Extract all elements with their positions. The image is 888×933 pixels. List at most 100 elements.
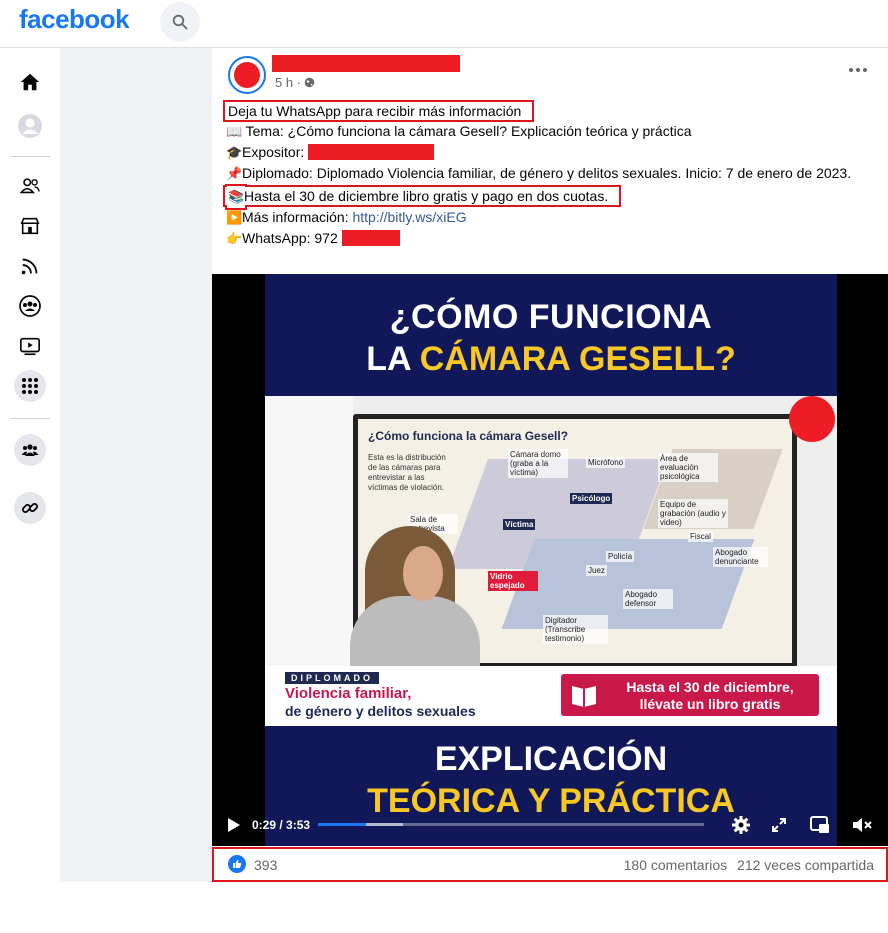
mas-info-line: ▶️Más información: http://bitly.ws/xiEG [226, 207, 876, 228]
diplomado-line: 📌Diplomado: Diplomado Violencia familiar… [226, 163, 866, 184]
post-time-text: 5 h · [275, 75, 302, 90]
graduation-cap-emoji-icon: 🎓 [226, 145, 243, 160]
page-avatar[interactable] [228, 56, 266, 94]
video-player[interactable]: ¿CÓMO FUNCIONA LA CÁMARA GESELL? ¿Cómo f… [212, 274, 888, 846]
home-icon[interactable] [14, 66, 46, 98]
post-card: 5 h · Deja tu WhatsApp para recibir más … [212, 48, 888, 882]
play-button-emoji-icon: ▶️ [226, 210, 243, 225]
gear-icon [732, 816, 750, 834]
expositor-text: Expositor: [242, 144, 309, 160]
banner-line1: Violencia familiar, [285, 685, 412, 702]
pushpin-emoji-icon: 📌 [226, 166, 243, 181]
link-icon[interactable] [14, 492, 46, 524]
speaker-muted-icon [853, 818, 872, 832]
comments-count[interactable]: 180 comentarios [624, 857, 728, 873]
book-emoji-icon: 📖 [226, 124, 243, 139]
mas-info-text: Más información: [242, 209, 353, 225]
label-victim: Víctima [503, 519, 536, 530]
video-title-line2: LA CÁMARA GESELL? [265, 340, 837, 379]
label-prosecutor: Fiscal [688, 531, 713, 542]
label-mirror-glass: Vidrio espejado [488, 571, 538, 591]
expand-icon [772, 818, 786, 832]
books-emoji-icon: 📚 [228, 189, 245, 204]
libro-text: Hasta el 30 de diciembre libro gratis y … [244, 188, 609, 204]
label-recording-equipment: Equipo de grabación (audio y video) [658, 499, 728, 528]
friends-icon[interactable] [14, 170, 46, 202]
facebook-logo[interactable]: facebook [19, 4, 130, 35]
promo-box: Hasta el 30 de diciembre, llévate un lib… [561, 674, 819, 716]
label-typist: Digitador (Transcribe testimonio) [543, 615, 608, 644]
presenter-face [403, 546, 443, 601]
label-plaintiff-lawyer: Abogado denunciante [713, 547, 768, 567]
whatsapp-line: 👉WhatsApp: 972 [226, 228, 876, 249]
play-icon [228, 818, 240, 832]
shares-count[interactable]: 212 veces compartida [737, 857, 874, 873]
video-frame: ¿CÓMO FUNCIONA LA CÁMARA GESELL? ¿Cómo f… [265, 274, 837, 846]
settings-button[interactable] [728, 812, 754, 838]
like-count[interactable]: 393 [254, 857, 277, 873]
video-title-line1: ¿CÓMO FUNCIONA [389, 298, 713, 336]
rail-divider [10, 418, 50, 419]
video-progress-bar[interactable] [318, 823, 704, 826]
video-title-line2-yellow: CÁMARA GESELL? [419, 340, 736, 378]
more-dot [863, 68, 867, 72]
avatar-redaction [234, 62, 260, 88]
post-options-button[interactable] [842, 60, 874, 80]
fullscreen-button[interactable] [768, 812, 790, 838]
community-icon[interactable] [14, 434, 46, 466]
infographic-intro: Esta es la distribución de las cámaras p… [368, 453, 446, 492]
marketplace-icon[interactable] [14, 210, 46, 242]
expositor-line: 🎓Expositor: [226, 142, 876, 163]
pip-button[interactable] [808, 812, 832, 838]
globe-icon [304, 77, 315, 88]
post-text: Deja tu WhatsApp para recibir más inform… [222, 100, 876, 249]
rail-divider [10, 156, 50, 157]
feed-background [60, 48, 212, 882]
play-button[interactable] [224, 812, 244, 838]
mas-info-link[interactable]: http://bitly.ws/xiEG [352, 209, 466, 225]
label-judge: Juez [586, 565, 607, 576]
infographic-title: ¿Cómo funciona la cámara Gesell? [368, 429, 569, 443]
whatsapp-text: WhatsApp: 972 [242, 230, 342, 246]
page-name-redacted[interactable] [272, 55, 460, 72]
feeds-icon[interactable] [14, 250, 46, 282]
watch-icon[interactable] [14, 330, 46, 362]
menu-grid-icon[interactable] [14, 370, 46, 402]
like-reaction-icon[interactable] [228, 855, 246, 873]
label-evaluation-area: Área de evaluación psicológica [658, 453, 718, 482]
label-microphone: Micrófono [586, 457, 626, 468]
label-defense-lawyer: Abogado defensor [623, 589, 673, 609]
left-rail [0, 48, 60, 933]
tema-text: Tema: ¿Cómo funciona la cámara Gesell? E… [242, 123, 692, 139]
diplomado-text: Diplomado: Diplomado Violencia familiar,… [242, 165, 852, 181]
engagement-counts: 180 comentarios 212 veces compartida [624, 857, 874, 873]
pointing-hand-emoji-icon: 👉 [226, 231, 243, 246]
label-police: Policía [606, 551, 635, 562]
post-reactions-bar: 393 180 comentarios 212 veces compartida [212, 847, 888, 882]
video-progress-fill [318, 823, 366, 826]
video-banner: DIPLOMADO Violencia familiar, de género … [265, 666, 837, 726]
picture-in-picture-icon [810, 816, 829, 833]
promo-line2: llévate un libro gratis [639, 696, 781, 712]
whatsapp-number-redacted [341, 230, 400, 246]
groups-icon[interactable] [14, 290, 46, 322]
video-title-line2-white: LA [366, 340, 420, 378]
libro-line: 📚Hasta el 30 de diciembre libro gratis y… [222, 185, 622, 207]
search-button[interactable] [160, 2, 200, 42]
more-dots-icon [849, 68, 853, 72]
post-timestamp[interactable]: 5 h · [275, 75, 315, 90]
promo-line1: Hasta el 30 de diciembre, [626, 679, 794, 695]
logo-redaction [789, 396, 835, 442]
expositor-name-redacted [308, 144, 435, 160]
whatsapp-cta-line: Deja tu WhatsApp para recibir más inform… [222, 100, 535, 122]
label-camera: Cámara domo (graba a la víctima) [508, 449, 568, 478]
top-bar: facebook [0, 0, 888, 48]
profile-avatar-icon[interactable] [14, 110, 46, 142]
search-icon [172, 14, 188, 30]
more-dot [856, 68, 860, 72]
banner-tag: DIPLOMADO [285, 672, 379, 684]
mute-button[interactable] [850, 812, 874, 838]
video-bottom-line1: EXPLICACIÓN [434, 740, 668, 778]
tema-line: 📖 Tema: ¿Cómo funciona la cámara Gesell?… [226, 121, 876, 142]
label-psychologist: Psicólogo [570, 493, 613, 504]
